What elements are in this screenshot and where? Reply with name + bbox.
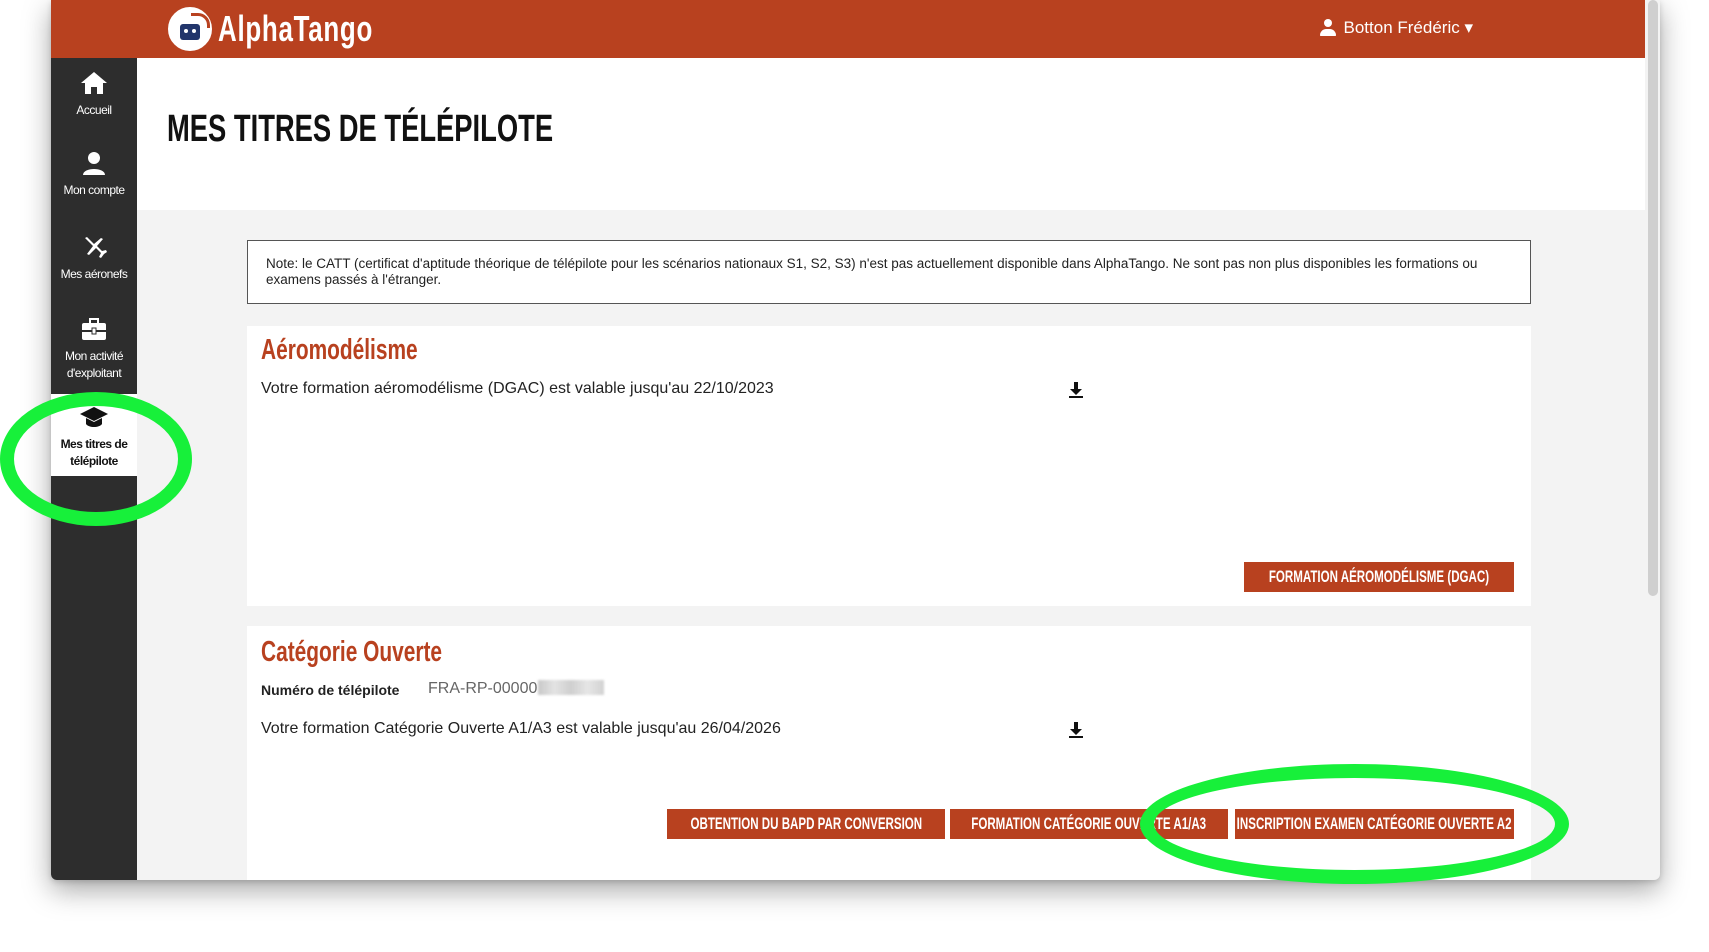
user-icon: [1319, 19, 1337, 37]
main-content: MES TITRES DE TÉLÉPILOTE Note: le CATT (…: [137, 58, 1645, 880]
button-label: INSCRIPTION EXAMEN CATÉGORIE OUVERTE A2: [1237, 814, 1512, 833]
sidebar-item-label: Mes aéronefs: [60, 267, 128, 281]
aeromodelisme-title: Aéromodélisme: [261, 334, 418, 366]
sidebar-item-mon-compte[interactable]: Mon compte: [51, 150, 137, 210]
categorie-ouverte-card: Catégorie Ouverte Numéro de télépilote F…: [247, 626, 1531, 880]
briefcase-icon: [82, 318, 106, 340]
graduation-cap-icon: [80, 407, 108, 427]
robot-logo-icon: [168, 7, 212, 51]
sidebar-item-mon-activite[interactable]: Mon activité d'exploitant: [51, 316, 137, 394]
sidebar-item-mes-aeronefs[interactable]: Mes aéronefs: [51, 234, 137, 294]
pilot-number-value: FRA-RP-00000: [428, 680, 605, 698]
info-note: Note: le CATT (certificat d'aptitude thé…: [247, 240, 1531, 304]
sidebar-item-mes-titres[interactable]: Mes titres de télépilote: [51, 394, 137, 476]
button-label: OBTENTION DU BAPD PAR CONVERSION: [690, 814, 922, 833]
redacted-blur: [538, 680, 605, 695]
sidebar-item-label: Accueil: [76, 103, 112, 117]
sidebar-item-accueil[interactable]: Accueil: [51, 70, 137, 130]
formation-aeromodelisme-button[interactable]: FORMATION AÉROMODÉLISME (DGAC): [1244, 562, 1514, 592]
home-icon: [81, 72, 107, 94]
categorie-ouverte-title: Catégorie Ouverte: [261, 636, 443, 668]
page-title: MES TITRES DE TÉLÉPILOTE: [167, 108, 554, 150]
sidebar-item-label: Mon compte: [63, 183, 125, 197]
user-menu[interactable]: Botton Frédéric ▾: [1319, 18, 1473, 38]
download-icon[interactable]: [1068, 381, 1084, 399]
logo-text: AlphaTango: [218, 8, 374, 49]
user-icon: [83, 152, 105, 175]
bapd-conversion-button[interactable]: OBTENTION DU BAPD PAR CONVERSION: [667, 809, 945, 839]
browser-window: AlphaTango Botton Frédéric ▾ Accueil Mon…: [51, 0, 1660, 880]
pilot-number-text: FRA-RP-00000: [428, 680, 538, 697]
button-label: FORMATION AÉROMODÉLISME (DGAC): [1268, 567, 1490, 586]
aeromodelisme-validity: Votre formation aéromodélisme (DGAC) est…: [261, 380, 774, 397]
user-name: Botton Frédéric ▾: [1343, 18, 1473, 37]
sidebar-item-label: Mes titres de télépilote: [60, 437, 128, 468]
button-label: FORMATION CATÉGORIE OUVERTE A1/A3: [971, 814, 1207, 833]
sidebar: Accueil Mon compte Mes aéronefs Mon acti…: [51, 58, 137, 880]
categorie-ouverte-validity: Votre formation Catégorie Ouverte A1/A3 …: [261, 720, 781, 737]
formation-categorie-ouverte-button[interactable]: FORMATION CATÉGORIE OUVERTE A1/A3: [950, 809, 1228, 839]
page-scrollbar[interactable]: [1648, 0, 1658, 596]
alphatango-logo[interactable]: AlphaTango: [168, 4, 433, 54]
drone-icon: [85, 237, 107, 258]
inscription-examen-a2-button[interactable]: INSCRIPTION EXAMEN CATÉGORIE OUVERTE A2: [1235, 809, 1514, 839]
sidebar-item-label: Mon activité d'exploitant: [64, 349, 124, 380]
page-header: MES TITRES DE TÉLÉPILOTE: [137, 58, 1645, 210]
top-bar: AlphaTango Botton Frédéric ▾: [51, 0, 1645, 58]
pilot-number-label: Numéro de télépilote: [261, 682, 400, 698]
aeromodelisme-card: Aéromodélisme Votre formation aéromodéli…: [247, 326, 1531, 606]
download-icon[interactable]: [1068, 721, 1084, 739]
